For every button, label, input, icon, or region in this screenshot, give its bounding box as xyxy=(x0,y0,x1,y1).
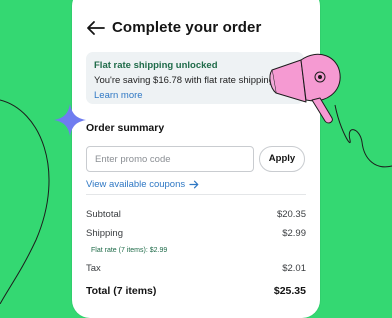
total-label: Total (7 items) xyxy=(86,285,157,297)
shipping-label: Shipping xyxy=(86,228,123,239)
arrow-right-icon xyxy=(189,180,199,189)
tax-value: $2.01 xyxy=(282,263,306,274)
promo-code-input[interactable] xyxy=(86,146,254,172)
shipping-banner: Flat rate shipping unlocked You're savin… xyxy=(86,52,304,104)
shipping-row: Shipping $2.99 xyxy=(86,228,306,242)
arrow-left-icon[interactable] xyxy=(86,20,106,36)
banner-title: Flat rate shipping unlocked xyxy=(94,60,218,71)
subtotal-value: $20.35 xyxy=(276,209,306,220)
subtotal-row: Subtotal $20.35 xyxy=(86,209,306,223)
banner-text: You're saving $16.78 with flat rate ship… xyxy=(94,75,277,86)
learn-more-link[interactable]: Learn more xyxy=(94,90,143,101)
total-row: Total (7 items) $25.35 xyxy=(86,285,306,299)
shipping-value: $2.99 xyxy=(282,228,306,239)
view-coupons-label: View available coupons xyxy=(86,179,186,190)
view-coupons-link[interactable]: View available coupons xyxy=(86,179,199,190)
checkout-panel: Complete your order Flat rate shipping u… xyxy=(72,0,320,318)
divider xyxy=(86,194,306,195)
tax-row: Tax $2.01 xyxy=(86,263,306,277)
header: Complete your order xyxy=(72,0,320,58)
total-value: $25.35 xyxy=(273,285,306,297)
subtotal-label: Subtotal xyxy=(86,209,121,220)
order-summary-title: Order summary xyxy=(86,122,165,134)
tax-label: Tax xyxy=(86,263,101,274)
shipping-note: Flat rate (7 items): $2.99 xyxy=(91,247,168,254)
page-title: Complete your order xyxy=(112,19,262,36)
apply-button[interactable]: Apply xyxy=(259,146,305,172)
